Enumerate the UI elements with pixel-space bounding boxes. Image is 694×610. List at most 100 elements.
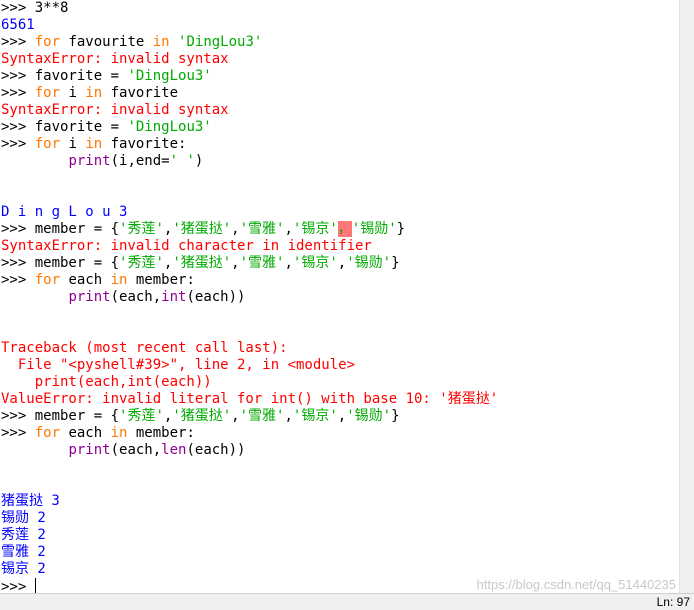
shell-prompt: >>> [1, 136, 35, 152]
output-text: 锡勋 2 [1, 510, 46, 526]
console-line: SyntaxError: invalid syntax [0, 51, 680, 68]
console-line: File "<pyshell#39>", line 2, in <module> [0, 357, 680, 374]
code-token: in [85, 85, 103, 101]
code-token: 'DingLou3' [178, 34, 263, 50]
console-line: >>> 3**8 [0, 0, 680, 17]
console-line: >>> for favourite in 'DingLou3' [0, 34, 680, 51]
code-token: '雪雅' [239, 255, 285, 271]
output-text: D i n g L o u 3 [1, 204, 128, 220]
code-token: i [60, 85, 86, 101]
console-line: print(i,end=' ') [0, 153, 680, 170]
code-token: member: [127, 272, 195, 288]
code-token: '秀莲' [119, 221, 164, 237]
code-token: for [34, 272, 61, 288]
code-token: len [161, 442, 187, 458]
code-token: '锡勋' [346, 255, 392, 271]
shell-prompt: >>> [1, 34, 35, 50]
code-token: , [284, 408, 293, 424]
python-idle-shell-window: >>> 3**8 6561 >>> for favourite in 'DingLo… [0, 0, 694, 610]
console-line: 锡勋 2 [0, 510, 680, 527]
output-text: 雪雅 2 [1, 544, 46, 560]
code-token: int [161, 289, 187, 305]
code-token: for [34, 85, 61, 101]
console-line: >>> favorite = 'DingLou3' [0, 119, 680, 136]
code-token: favorite = [34, 119, 128, 135]
code-token: } [391, 255, 400, 271]
code-token: '猪蛋挞' [172, 408, 232, 424]
console-line: >>> for i in favorite: [0, 136, 680, 153]
console-line: SyntaxError: invalid syntax [0, 102, 680, 119]
output-text: 秀莲 2 [1, 527, 46, 543]
error-text: SyntaxError: invalid character in identi… [1, 238, 372, 254]
code-token: each [60, 272, 111, 288]
code-token: '猪蛋挞' [172, 255, 232, 271]
shell-prompt: >>> [1, 221, 35, 237]
shell-prompt: >>> [1, 425, 35, 441]
code-token: , [231, 408, 240, 424]
code-token: print [68, 289, 111, 305]
watermark-text: https://blog.csdn.net/qq_51440235 [476, 577, 677, 592]
code-token: ' ' [169, 153, 195, 169]
console-line: 6561 [0, 17, 680, 34]
error-text: File "<pyshell#39>", line 2, in <module> [1, 357, 356, 373]
shell-console-text[interactable]: >>> 3**8 6561 >>> for favourite in 'DingLo… [0, 0, 680, 595]
console-line: print(each,int(each)) [0, 289, 680, 306]
console-line: print(each,int(each)) [0, 374, 680, 391]
output-text: 锡京 2 [1, 561, 46, 577]
code-token: , [284, 255, 293, 271]
console-line: Traceback (most recent call last): [0, 340, 680, 357]
code-token: '锡京' [292, 408, 338, 424]
code-token: favourite [60, 34, 153, 50]
error-text: SyntaxError: invalid syntax [1, 51, 229, 67]
console-line: SyntaxError: invalid character in identi… [0, 238, 680, 255]
output-text: 猪蛋挞 3 [1, 493, 60, 509]
shell-prompt: >>> [1, 68, 35, 84]
code-token: , [284, 221, 293, 237]
code-token: for [34, 136, 61, 152]
code-token: (i,end= [110, 153, 170, 169]
code-token: } [391, 408, 400, 424]
code-token: member = { [34, 255, 120, 271]
code-token: favorite = [34, 68, 128, 84]
code-token: 'DingLou3' [127, 68, 212, 84]
status-line-number: Ln: 97 [656, 595, 690, 609]
code-token: , [337, 408, 347, 424]
code-token: , [337, 255, 347, 271]
code-token: favorite [102, 85, 179, 101]
console-line: print(each,len(each)) [0, 442, 680, 459]
code-token: in [110, 272, 128, 288]
code-token: each [60, 425, 111, 441]
code-token: '雪雅' [239, 221, 285, 237]
code-token: (each)) [186, 442, 246, 458]
shell-prompt: >>> [1, 85, 35, 101]
vertical-scrollbar[interactable] [679, 0, 694, 594]
shell-prompt: >>> [1, 0, 35, 16]
code-token: '锡京' [292, 255, 338, 271]
console-line: >>> member = {'秀莲','猪蛋挞','雪雅','锡京','锡勋'} [0, 255, 680, 272]
output-text: 6561 [1, 17, 35, 33]
code-token: '雪雅' [239, 408, 285, 424]
code-token: '猪蛋挞' [172, 221, 232, 237]
console-line: >>> for i in favorite [0, 85, 680, 102]
code-token: (each, [110, 289, 162, 305]
code-token: in [110, 425, 128, 441]
error-text: SyntaxError: invalid syntax [1, 102, 229, 118]
code-token: print [68, 442, 111, 458]
console-line: >>> member = {'秀莲','猪蛋挞','雪雅','锡京','锡勋'} [0, 408, 680, 425]
code-token: } [396, 221, 406, 237]
error-text: print(each,int(each)) [1, 374, 212, 390]
console-line: ValueError: invalid literal for int() wi… [0, 391, 680, 408]
status-bar: Ln: 97 [0, 593, 694, 610]
console-line: >>> member = {'秀莲','猪蛋挞','雪雅','锡京'，'锡勋'} [0, 221, 680, 238]
code-token: '锡勋' [351, 221, 397, 237]
code-token: member = { [34, 221, 120, 237]
console-line: >>> for each in member: [0, 425, 680, 442]
shell-prompt: >>> [1, 255, 35, 271]
